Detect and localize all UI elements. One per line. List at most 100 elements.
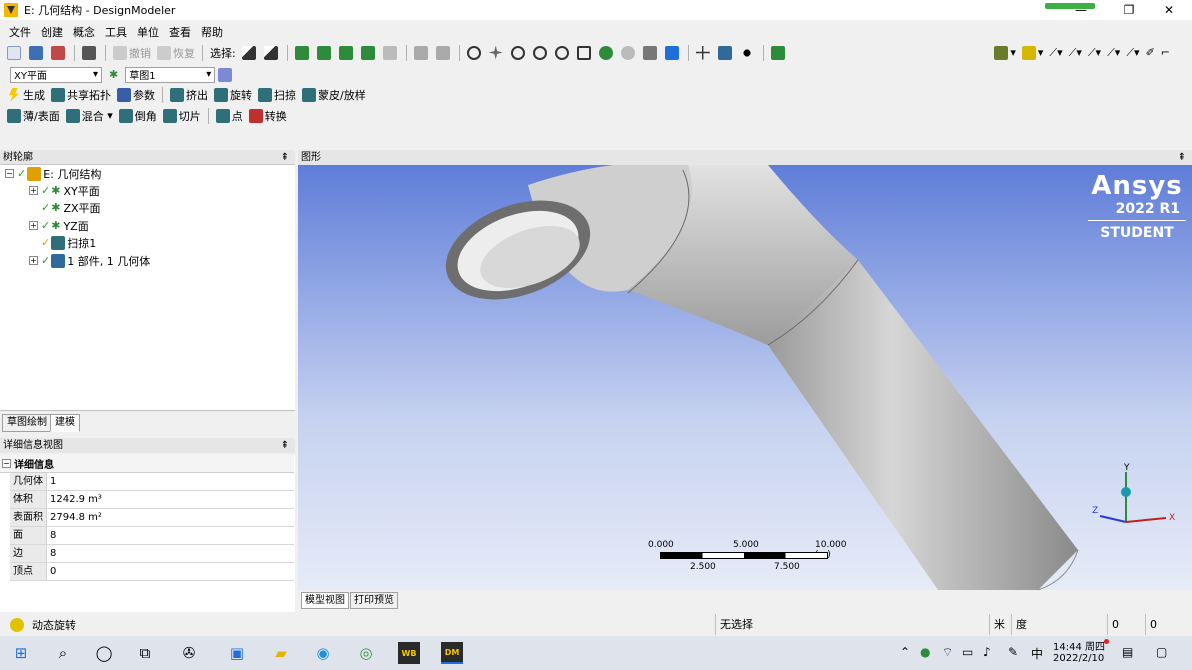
tree-node-parts[interactable]: + ✓ 1 部件, 1 几何体 [29,252,150,269]
tree-node-sweep[interactable]: ✓ 扫掠1 [41,234,96,251]
skin-loft-button[interactable]: 蒙皮/放样 [299,86,369,104]
pan-icon[interactable] [486,44,508,62]
edge-color-icon[interactable]: ▾ [1019,44,1047,62]
graphics-viewport[interactable]: Ansys 2022 R1 STUDENT 0.000 5.000 10.000… [298,165,1192,590]
tree-node-zx-plane[interactable]: ✓ ✱ ZX平面 [41,199,101,216]
select-all-icon[interactable] [411,44,433,62]
menu-help[interactable]: 帮助 [196,24,228,40]
display-point-icon[interactable] [737,44,759,62]
zoom-icon[interactable] [508,44,530,62]
designmodeler-icon[interactable]: DM [441,642,463,664]
sketch-combo[interactable]: 草图1 ▾ [125,66,216,83]
menu-concept[interactable]: 概念 [68,24,100,40]
zoom-region-icon[interactable] [574,44,596,62]
share-topology-button[interactable]: 共享拓扑 [48,86,114,104]
details-section[interactable]: − 详细信息 [0,455,294,473]
tab-model-view[interactable]: 模型视图 [301,592,349,609]
tray-overflow-icon[interactable]: ⌃ [900,645,910,659]
generate-button[interactable]: 生成 [4,86,48,104]
box-select-icon[interactable] [433,44,455,62]
expand-icon[interactable]: + [29,221,38,230]
select-vertex-icon[interactable] [292,44,314,62]
collapse-icon[interactable]: − [5,169,14,178]
action-center-icon[interactable]: ▢ [1156,645,1167,659]
collapse-icon[interactable]: − [2,459,11,468]
select-filter-icon[interactable] [261,44,283,62]
edge-style-4-icon[interactable]: ⟋▾ [1104,44,1123,62]
clock-date[interactable]: 2022/2/10 [1053,653,1104,664]
isometric-icon[interactable] [640,44,662,62]
edge-style-3-icon[interactable]: ⟋▾ [1085,44,1104,62]
view-orient-icon[interactable] [662,44,684,62]
face-color-icon[interactable]: ▾ [991,44,1019,62]
tree-node-xy-plane[interactable]: + ✓ ✱ XY平面 [29,182,100,199]
axis-triad[interactable] [1086,460,1176,535]
workbench-icon[interactable]: WB [398,642,420,664]
tab-modeling[interactable]: 建模 [50,414,80,432]
app-green-icon[interactable]: ◎ [355,642,377,664]
new-sketch-icon[interactable] [215,66,237,84]
zoom-fit-icon[interactable] [552,44,574,62]
clock-time[interactable]: 14:44 周四 [1053,638,1105,653]
thin-surface-button[interactable]: 薄/表面 [4,107,63,125]
select-face-icon[interactable] [336,44,358,62]
new-icon[interactable] [4,44,26,62]
notes-icon[interactable]: ▤ [1122,645,1133,659]
parameters-button[interactable]: 参数 [114,86,158,104]
cortana-icon[interactable]: ◯ [93,642,115,664]
tab-sketching[interactable]: 草图绘制 [2,414,52,432]
zoom-box-icon[interactable] [530,44,552,62]
menu-units[interactable]: 单位 [132,24,164,40]
redo-button[interactable]: 恢复 [154,44,198,62]
fan-app-icon[interactable]: ✇ [178,642,200,664]
edge-browser-icon[interactable]: ◉ [312,642,334,664]
pin-icon[interactable]: ⇞ [281,150,289,165]
tab-print-preview[interactable]: 打印预览 [350,592,398,609]
battery-icon[interactable]: ▭ [962,645,973,659]
wifi-icon[interactable]: ⌔ [942,645,953,660]
edge-style-2-icon[interactable]: ⟋▾ [1066,44,1085,62]
new-plane-icon[interactable]: ✱ [106,66,121,84]
tray-app-icon[interactable]: ● [920,645,930,659]
search-icon[interactable]: ⌕ [52,642,74,664]
edge-style-5-icon[interactable]: ⟋▾ [1123,44,1142,62]
rotate-icon[interactable] [464,44,486,62]
menu-tools[interactable]: 工具 [100,24,132,40]
edge-end-icon[interactable]: ⌐ [1158,44,1192,62]
select-edge-icon[interactable] [314,44,336,62]
revolve-button[interactable]: 旋转 [211,86,255,104]
save-icon[interactable] [26,44,48,62]
extrude-button[interactable]: 挤出 [167,86,211,104]
pin-tool-icon[interactable]: ✐ [1143,44,1158,62]
tree-node-yz-plane[interactable]: + ✓ ✱ YZ面 [29,217,89,234]
menu-view[interactable]: 查看 [164,24,196,40]
blend-button[interactable]: 混合 ▾ [63,107,116,125]
menu-file[interactable]: 文件 [4,24,36,40]
display-plane-icon[interactable] [768,44,790,62]
pin-icon[interactable]: ⇞ [281,438,289,453]
zoom-out-icon[interactable] [618,44,640,62]
extend-select-icon[interactable] [380,44,402,62]
file-explorer-icon[interactable]: ▰ [270,642,292,664]
pin-icon[interactable]: ⇞ [1178,150,1186,165]
pen-icon[interactable]: ✎ [1008,645,1018,659]
edge-style-1-icon[interactable]: ⟋▾ [1046,44,1065,62]
expand-icon[interactable]: + [29,256,38,265]
minimize-button[interactable]: — [1058,0,1104,20]
expand-icon[interactable]: + [29,186,38,195]
chamfer-button[interactable]: 倒角 [116,107,160,125]
windows-start-icon[interactable]: ⊞ [10,642,32,664]
zoom-in-icon[interactable] [596,44,618,62]
tree-node-root[interactable]: − ✓ E: 几何结构 [5,165,101,182]
menu-create[interactable]: 创建 [36,24,68,40]
task-view-icon[interactable]: ⧉ [134,642,156,664]
screenshot-icon[interactable] [79,44,101,62]
ime-indicator[interactable]: 中 [1031,645,1043,662]
display-body-icon[interactable] [715,44,737,62]
select-body-icon[interactable] [358,44,380,62]
undo-button[interactable]: 撤销 [110,44,154,62]
volume-icon[interactable]: ♪ [983,645,991,659]
triad-icon[interactable] [693,44,715,62]
store-icon[interactable]: ▣ [226,642,248,664]
conversion-button[interactable]: 转换 [246,107,290,125]
